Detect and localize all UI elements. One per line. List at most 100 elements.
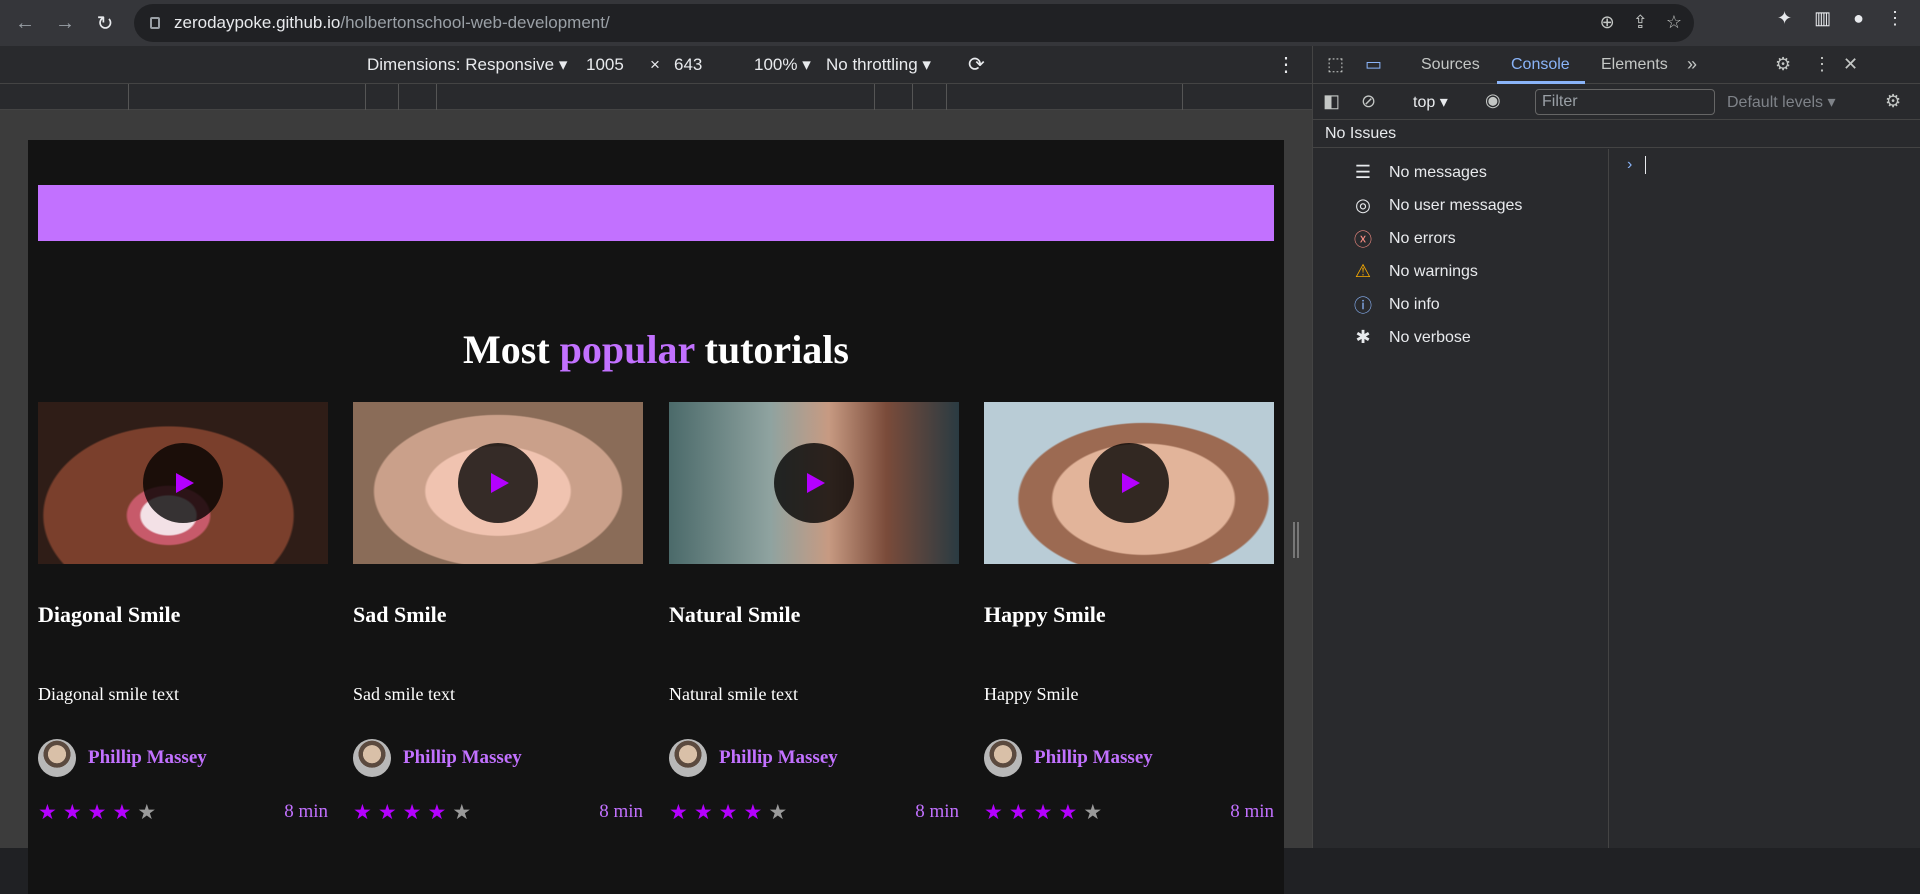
duration: 8 min <box>284 801 328 822</box>
title-text: Most <box>463 327 550 372</box>
log-levels-dropdown[interactable]: Default levels ▾ <box>1727 92 1836 112</box>
devtools-menu-icon[interactable]: ⋮ <box>1813 54 1831 75</box>
rotate-icon[interactable]: ⟳ <box>968 52 985 77</box>
card-meta: ★ ★ ★ ★ ★ 8 min <box>353 801 643 823</box>
author-name[interactable]: Phillip Massey <box>719 747 838 769</box>
reload-icon[interactable]: ↻ <box>90 8 120 38</box>
dropdown-caret-icon: ▾ <box>1439 94 1448 111</box>
share-icon[interactable]: ⇪ <box>1633 12 1648 33</box>
sidebar-item-messages[interactable]: ☰ No messages <box>1313 156 1608 189</box>
dropdown-caret-icon: ▾ <box>558 55 568 74</box>
clear-console-icon[interactable]: ⊘ <box>1361 91 1376 112</box>
info-icon: ⓘ <box>1354 295 1372 316</box>
sidebar-item-user-messages[interactable]: ◎ No user messages <box>1313 189 1608 222</box>
sidebar-item-warnings[interactable]: ⚠ No warnings <box>1313 255 1608 288</box>
console-prompt-chevron-icon: › <box>1627 156 1633 173</box>
rating-stars: ★ ★ ★ ★ ★ <box>669 802 787 823</box>
video-thumbnail[interactable] <box>984 402 1274 564</box>
devtools-panel: ⬚ ▭ Sources Console Elements » ⚙ ⋮ ✕ ◧ ⊘… <box>1312 46 1920 848</box>
issues-bar[interactable]: No Issues <box>1313 120 1920 148</box>
console-settings-gear-icon[interactable]: ⚙ <box>1885 91 1901 112</box>
zoom-icon[interactable]: ⊕ <box>1600 12 1615 33</box>
card-meta: ★ ★ ★ ★ ★ 8 min <box>38 801 328 823</box>
more-options-icon[interactable]: ⋮ <box>1276 52 1296 77</box>
media-query-ruler[interactable] <box>0 84 1312 110</box>
play-icon[interactable] <box>774 443 854 523</box>
author: Phillip Massey <box>984 739 1274 777</box>
author-name[interactable]: Phillip Massey <box>403 747 522 769</box>
play-icon[interactable] <box>143 443 223 523</box>
forward-arrow-icon[interactable]: → <box>50 8 80 38</box>
sidebar-item-verbose[interactable]: ✱ No verbose <box>1313 321 1608 354</box>
webpage: Most popular tutorials Diagonal Smile Di… <box>28 140 1284 894</box>
star-icon: ★ <box>62 800 82 824</box>
filter-input[interactable]: Filter <box>1535 89 1715 115</box>
video-thumbnail[interactable] <box>38 402 328 564</box>
url-host: zerodaypoke.github.io <box>174 13 341 32</box>
card-title: Natural Smile <box>669 602 801 627</box>
tab-console[interactable]: Console <box>1511 56 1570 74</box>
context-selector[interactable]: top ▾ <box>1413 92 1448 112</box>
profile-icon[interactable]: ● <box>1853 8 1864 29</box>
zoom-dropdown[interactable]: 100% ▾ <box>754 55 811 75</box>
zoom-label: 100% <box>754 55 798 74</box>
author-name[interactable]: Phillip Massey <box>88 747 207 769</box>
sidebar-item-info[interactable]: ⓘ No info <box>1313 288 1608 321</box>
extensions-icon[interactable]: ✦ <box>1777 8 1792 29</box>
star-icon: ★ <box>402 800 422 824</box>
inspect-element-icon[interactable]: ⬚ <box>1327 54 1344 75</box>
address-bar[interactable]: zerodaypoke.github.io/holbertonschool-we… <box>134 4 1694 42</box>
dimension-times: × <box>650 55 660 74</box>
error-icon: ⓧ <box>1354 229 1372 250</box>
header-banner <box>38 185 1274 241</box>
video-thumbnail[interactable] <box>669 402 959 564</box>
tutorial-card[interactable]: Sad Smile Sad smile text Phillip Massey … <box>353 402 643 823</box>
star-icon: ★ <box>427 800 447 824</box>
live-expression-eye-icon[interactable]: ◉ <box>1485 90 1501 111</box>
title-accent: popular <box>559 327 695 372</box>
author: Phillip Massey <box>353 739 643 777</box>
sidebar-item-label: No errors <box>1389 229 1456 247</box>
tab-sources[interactable]: Sources <box>1421 56 1480 74</box>
throttling-dropdown[interactable]: No throttling ▾ <box>826 55 931 75</box>
star-icon: ★ <box>87 800 107 824</box>
browser-toolbar: ← → ↻ zerodaypoke.github.io/holbertonsch… <box>0 0 1920 46</box>
play-icon[interactable] <box>1089 443 1169 523</box>
console-input[interactable] <box>1645 156 1646 174</box>
section-title: Most popular tutorials <box>28 326 1284 373</box>
tutorial-card[interactable]: Natural Smile Natural smile text Phillip… <box>669 402 959 823</box>
more-tabs-icon[interactable]: » <box>1687 54 1697 75</box>
star-icon: ★ <box>1008 800 1028 824</box>
list-icon: ☰ <box>1354 162 1372 182</box>
sidebar-item-label: No info <box>1389 295 1440 313</box>
sidebar-item-label: No user messages <box>1389 196 1523 214</box>
tab-elements[interactable]: Elements <box>1601 56 1668 74</box>
bookmark-star-icon[interactable]: ☆ <box>1666 12 1682 33</box>
rating-stars: ★ ★ ★ ★ ★ <box>38 802 156 823</box>
back-arrow-icon[interactable]: ← <box>10 8 40 38</box>
video-thumbnail[interactable] <box>353 402 643 564</box>
context-label: top <box>1413 94 1436 111</box>
throttling-label: No throttling <box>826 55 918 74</box>
viewport-resize-handle[interactable] <box>1293 522 1299 558</box>
duration: 8 min <box>915 801 959 822</box>
menu-kebab-icon[interactable]: ⋮ <box>1886 8 1904 29</box>
play-icon[interactable] <box>458 443 538 523</box>
avatar <box>38 739 76 777</box>
star-icon: ★ <box>669 800 688 824</box>
close-icon[interactable]: ✕ <box>1843 54 1858 75</box>
sidebar-toggle-icon[interactable]: ◧ <box>1323 91 1340 112</box>
author-name[interactable]: Phillip Massey <box>1034 747 1153 769</box>
height-input[interactable]: 643 <box>674 55 702 75</box>
tutorial-card[interactable]: Diagonal Smile Diagonal smile text Phill… <box>38 402 328 823</box>
dimensions-dropdown[interactable]: Dimensions: Responsive ▾ <box>367 55 567 75</box>
tutorial-card[interactable]: Happy Smile Happy Smile Phillip Massey ★… <box>984 402 1274 823</box>
devtools-tabbar: ⬚ ▭ Sources Console Elements » ⚙ ⋮ ✕ <box>1313 46 1920 84</box>
device-toggle-icon[interactable]: ▭ <box>1365 54 1382 75</box>
duration: 8 min <box>1230 801 1274 822</box>
card-title: Happy Smile <box>984 602 1106 627</box>
settings-gear-icon[interactable]: ⚙ <box>1775 54 1791 75</box>
side-panel-icon[interactable]: ▥ <box>1814 8 1831 29</box>
width-input[interactable]: 1005 <box>586 55 624 75</box>
sidebar-item-errors[interactable]: ⓧ No errors <box>1313 222 1608 255</box>
